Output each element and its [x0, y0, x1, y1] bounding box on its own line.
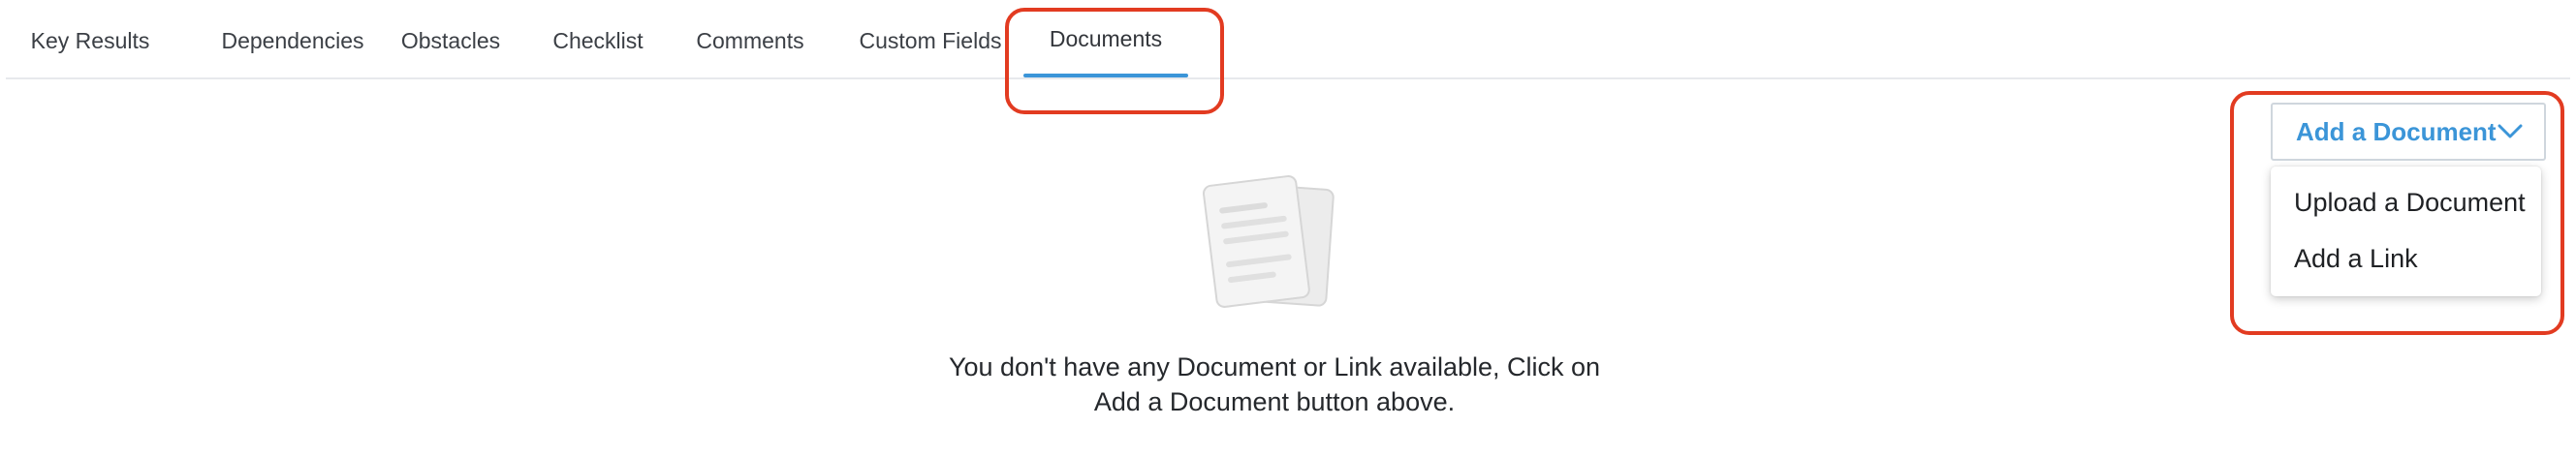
tab-checklist[interactable]: Checklist: [543, 0, 653, 77]
tab-comments[interactable]: Comments: [687, 0, 813, 77]
add-document-label: Add a Document: [2296, 117, 2497, 146]
tab-dependencies[interactable]: Dependencies: [196, 0, 390, 77]
tab-obstacles[interactable]: Obstacles: [393, 0, 509, 77]
tab-custom-fields[interactable]: Custom Fields: [847, 0, 1014, 77]
tab-key-results[interactable]: Key Results: [29, 0, 151, 77]
tab-documents[interactable]: Documents: [1023, 0, 1188, 77]
tab-bar: Key Results Dependencies Obstacles Check…: [6, 0, 2570, 79]
empty-state-line-2: Add a Document button above.: [1093, 387, 1456, 416]
documents-icon: [1202, 175, 1335, 308]
empty-state-line-1: You don't have any Document or Link avai…: [948, 352, 1601, 381]
menu-item-upload-document[interactable]: Upload a Document: [2294, 188, 2526, 218]
chevron-down-icon: [2497, 124, 2523, 138]
add-document-menu: Upload a Document Add a Link: [2271, 167, 2541, 296]
add-document-button[interactable]: Add a Document: [2271, 103, 2546, 161]
menu-item-add-link[interactable]: Add a Link: [2294, 244, 2418, 274]
page: Key Results Dependencies Obstacles Check…: [0, 0, 2576, 457]
